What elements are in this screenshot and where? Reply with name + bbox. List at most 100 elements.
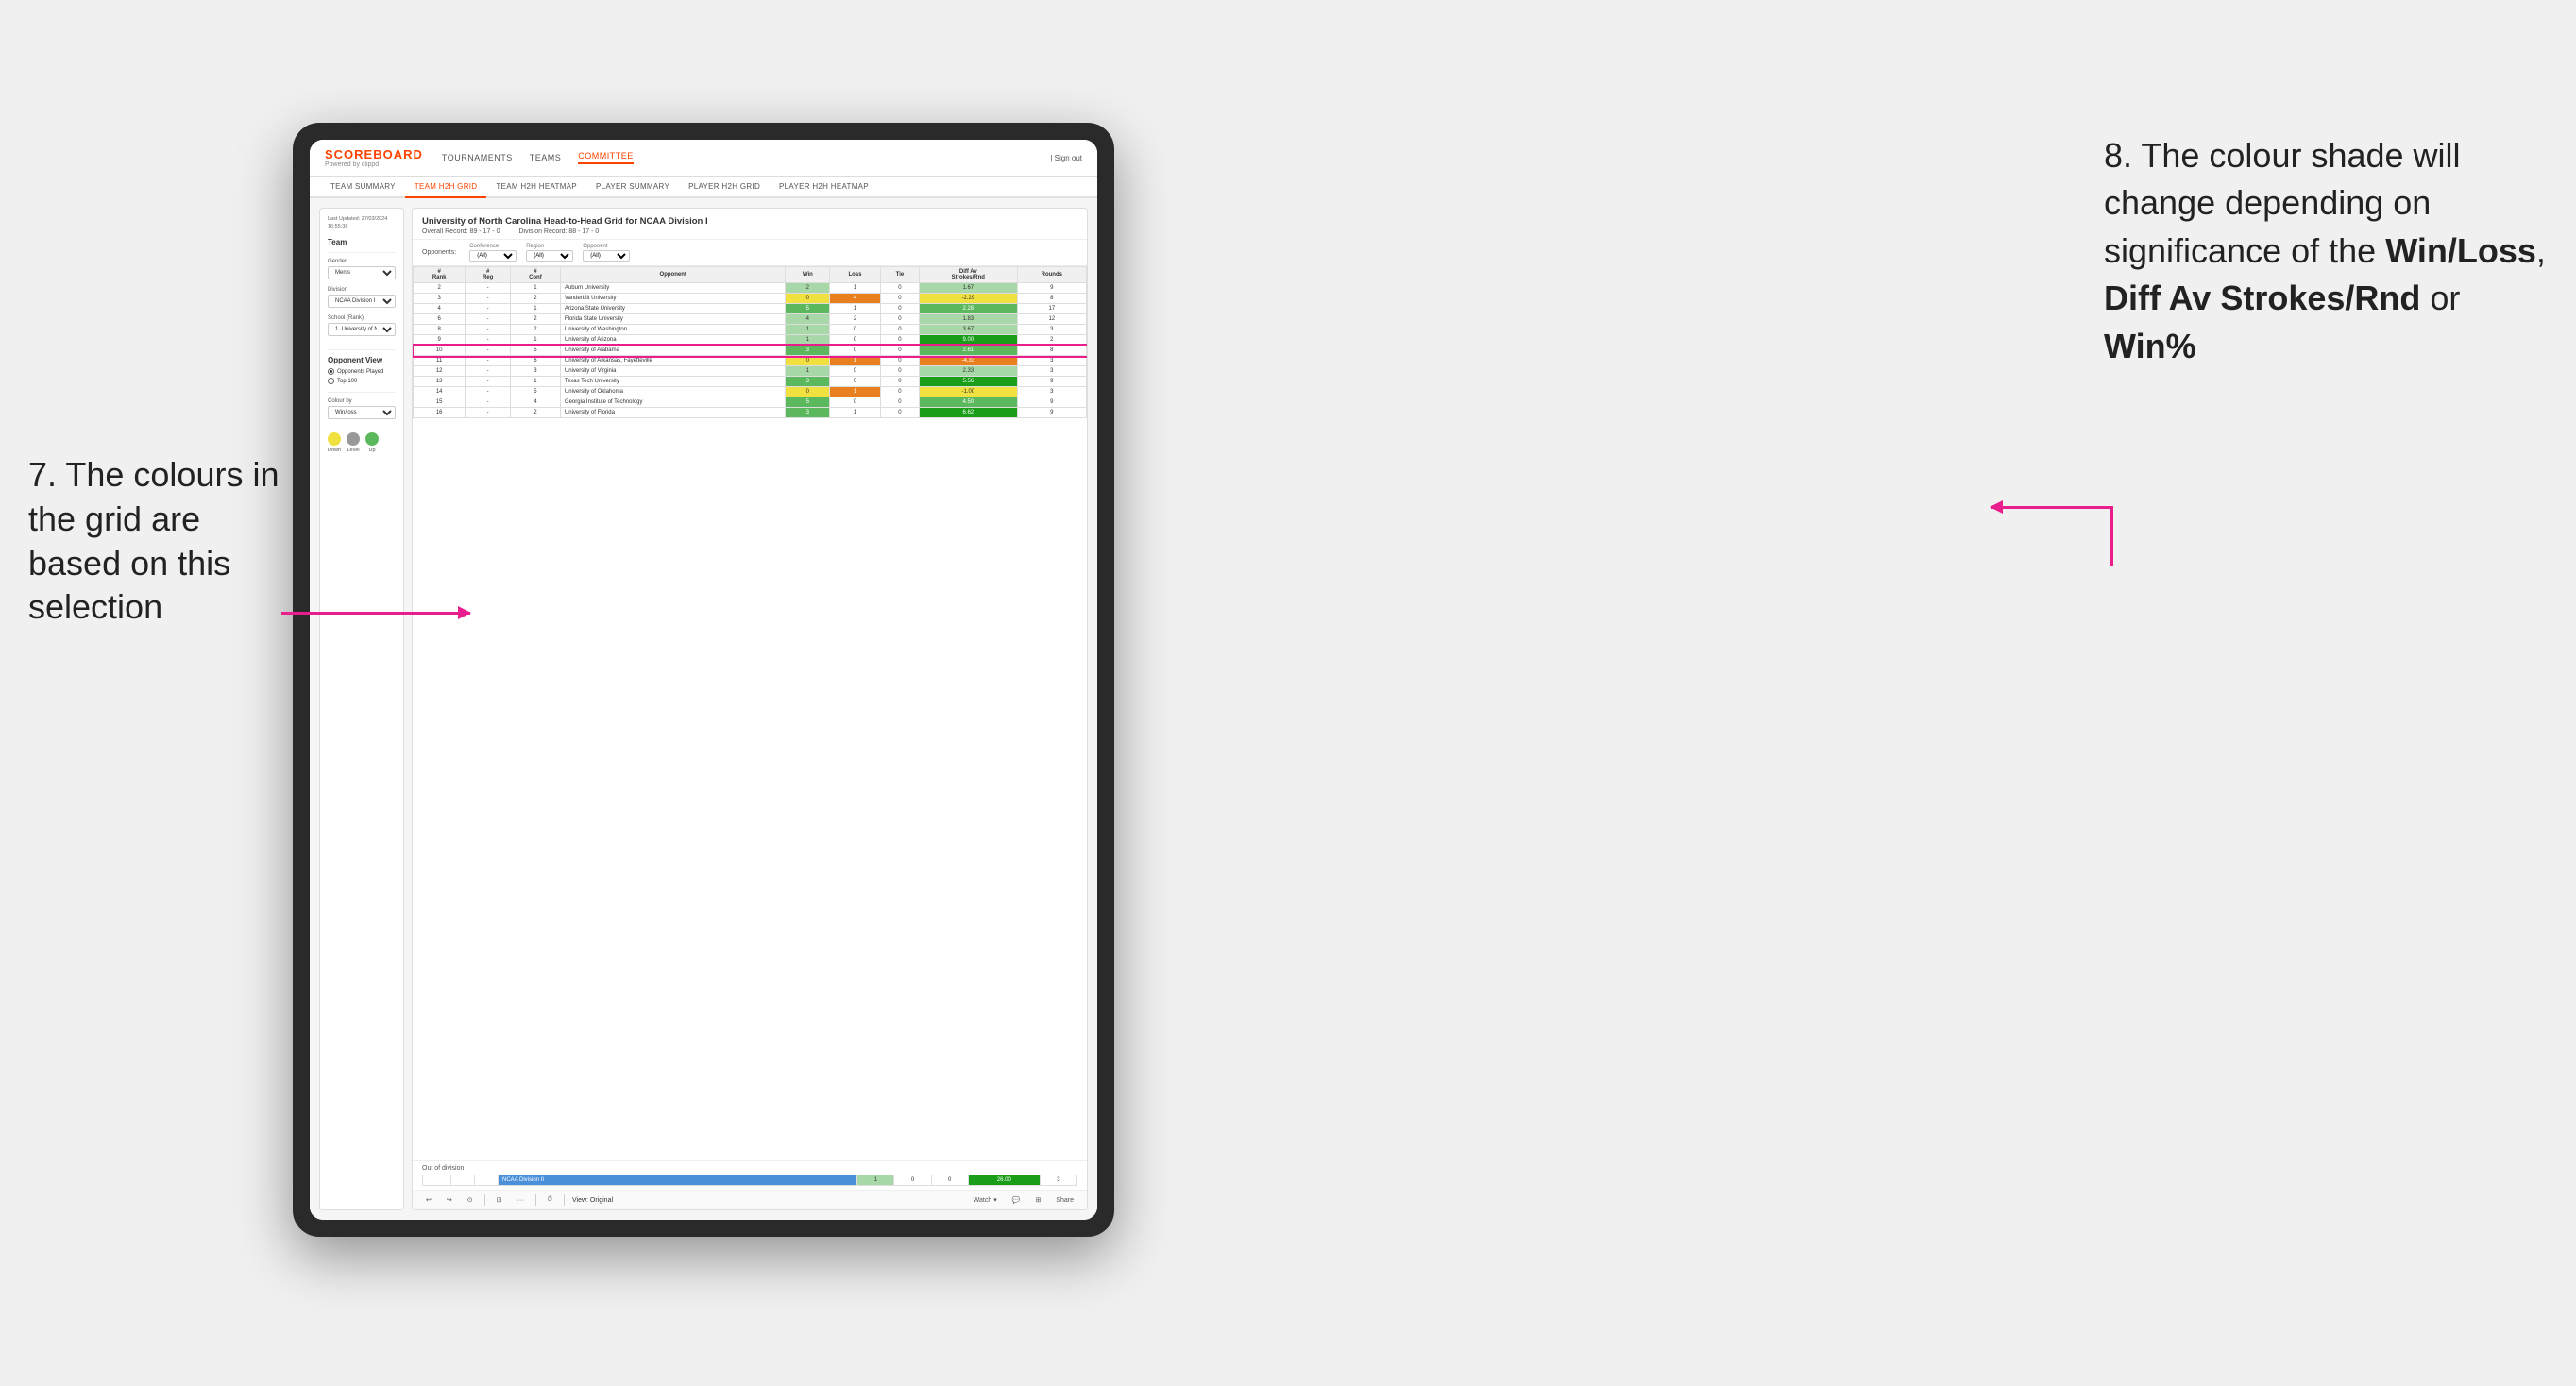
out-division-tie: 0 xyxy=(931,1175,968,1186)
nav-teams[interactable]: TEAMS xyxy=(530,153,562,162)
filter-region: Region (All) xyxy=(526,244,573,262)
toolbar-view-label: View: Original xyxy=(572,1197,613,1204)
out-of-division-table: NCAA Division II 1 0 0 26.00 3 xyxy=(422,1175,1077,1186)
sidebar-colour-by-label: Colour by xyxy=(328,398,396,404)
data-table: #Rank #Reg #Conf Opponent Win Loss Tie D… xyxy=(413,266,1087,1160)
filters-row: Opponents: Conference (All) Region (All) xyxy=(413,240,1087,266)
table-row: 8 - 2 University of Washington 1 0 0 3.6… xyxy=(414,325,1087,335)
radio-opponents-played[interactable]: Opponents Played xyxy=(328,368,396,375)
toolbar-camera[interactable]: ⊡ xyxy=(493,1194,506,1206)
h2h-table: #Rank #Reg #Conf Opponent Win Loss Tie D… xyxy=(413,266,1087,418)
col-rounds: Rounds xyxy=(1017,267,1086,283)
annotation-arrow-right-vertical xyxy=(2110,506,2113,563)
main-content: Last Updated: 27/03/202416:55:38 Team Ge… xyxy=(310,198,1097,1220)
grid-records: Overall Record: 89 - 17 - 0 Division Rec… xyxy=(422,228,1077,235)
toolbar-grid-btn[interactable]: ⊞ xyxy=(1031,1194,1044,1206)
annotation-arrow-left xyxy=(281,612,470,615)
toolbar-undo[interactable]: ↩ xyxy=(422,1194,435,1206)
table-row: 3 - 2 Vanderbilt University 0 4 0 -2.29 … xyxy=(414,294,1087,304)
toolbar: ↩ ↪ ⊙ ⊡ ··· ⏱ View: Original Watch ▾ 💬 ⊞… xyxy=(413,1190,1087,1209)
toolbar-divider-2 xyxy=(535,1194,536,1206)
table-row: 9 - 1 University of Arizona 1 0 0 9.00 2 xyxy=(414,335,1087,346)
toolbar-divider-3 xyxy=(564,1194,565,1206)
sidebar-team-label: Team xyxy=(328,238,396,246)
toolbar-redo[interactable]: ↪ xyxy=(443,1194,456,1206)
tablet-screen: SCOREBOARD Powered by clippd TOURNAMENTS… xyxy=(310,140,1097,1220)
toolbar-history[interactable]: ⊙ xyxy=(464,1194,477,1206)
logo-area: SCOREBOARD Powered by clippd xyxy=(325,147,423,168)
table-row: 14 - 5 University of Oklahoma 0 1 0 -1.0… xyxy=(414,387,1087,397)
color-level xyxy=(347,432,360,446)
sidebar-opponent-view-label: Opponent View xyxy=(328,356,396,364)
sign-out[interactable]: | Sign out xyxy=(1050,154,1082,162)
toolbar-clock[interactable]: ⏱ xyxy=(544,1194,556,1206)
col-opponent: Opponent xyxy=(560,267,786,283)
col-diff: Diff AvStrokes/Rnd xyxy=(919,267,1017,283)
sub-nav: TEAM SUMMARY TEAM H2H GRID TEAM H2H HEAT… xyxy=(310,177,1097,198)
out-of-division-row: NCAA Division II 1 0 0 26.00 3 xyxy=(423,1175,1077,1186)
annotation-left: 7. The colours in the grid are based on … xyxy=(28,453,293,630)
filter-conference-select[interactable]: (All) xyxy=(469,250,517,262)
sub-nav-team-h2h-heatmap[interactable]: TEAM H2H HEATMAP xyxy=(486,177,586,196)
sidebar-division-label: Division xyxy=(328,287,396,293)
table-row: 16 - 2 University of Florida 3 1 0 6.62 … xyxy=(414,408,1087,418)
out-division-loss: 0 xyxy=(894,1175,931,1186)
table-row: 10 - 5 University of Alabama 3 0 0 2.61 … xyxy=(414,346,1087,356)
toolbar-right: Watch ▾ 💬 ⊞ Share xyxy=(970,1194,1077,1206)
nav-items: TOURNAMENTS TEAMS COMMITTEE xyxy=(442,151,1031,164)
nav-tournaments[interactable]: TOURNAMENTS xyxy=(442,153,513,162)
sidebar-colour-by-select[interactable]: Win/loss xyxy=(328,406,396,419)
sub-nav-player-summary[interactable]: PLAYER SUMMARY xyxy=(586,177,679,196)
toolbar-watch[interactable]: Watch ▾ xyxy=(970,1194,1001,1206)
color-legend: Down Level Up xyxy=(328,432,396,453)
out-of-division: Out of division NCAA Division II 1 0 0 xyxy=(413,1160,1087,1190)
filter-opponent-select[interactable]: (All) xyxy=(583,250,630,262)
sidebar: Last Updated: 27/03/202416:55:38 Team Ge… xyxy=(319,208,404,1210)
tablet-frame: SCOREBOARD Powered by clippd TOURNAMENTS… xyxy=(293,123,1114,1237)
table-row: 11 - 6 University of Arkansas, Fayettevi… xyxy=(414,356,1087,366)
table-row: 4 - 1 Arizona State University 5 1 0 2.2… xyxy=(414,304,1087,314)
sub-nav-team-summary[interactable]: TEAM SUMMARY xyxy=(321,177,405,196)
table-header-row: #Rank #Reg #Conf Opponent Win Loss Tie D… xyxy=(414,267,1087,283)
color-down xyxy=(328,432,341,446)
filter-region-select[interactable]: (All) xyxy=(526,250,573,262)
toolbar-more[interactable]: ··· xyxy=(514,1195,528,1206)
col-rank: #Rank xyxy=(414,267,466,283)
col-tie: Tie xyxy=(880,267,919,283)
filter-opponent: Opponent (All) xyxy=(583,244,630,262)
out-of-division-title: Out of division xyxy=(422,1165,1077,1172)
radio-top100[interactable]: Top 100 xyxy=(328,378,396,384)
logo-sub: Powered by clippd xyxy=(325,161,423,168)
opponents-label: Opponents: xyxy=(422,249,456,256)
toolbar-divider-1 xyxy=(484,1194,485,1206)
out-division-diff: 26.00 xyxy=(968,1175,1040,1186)
annotation-arrow-right xyxy=(1991,506,2113,509)
sidebar-gender-select[interactable]: Men's xyxy=(328,266,396,279)
col-reg: #Reg xyxy=(466,267,511,283)
radio-group: Opponents Played Top 100 xyxy=(328,368,396,384)
out-division-name: NCAA Division II xyxy=(499,1175,857,1186)
radio-dot-opponents xyxy=(328,368,334,375)
annotation-right: 8. The colour shade will change dependin… xyxy=(2104,132,2557,370)
toolbar-comment[interactable]: 💬 xyxy=(1008,1194,1025,1206)
table-row: 12 - 3 University of Virginia 1 0 0 2.33… xyxy=(414,366,1087,377)
out-division-rounds: 3 xyxy=(1040,1175,1076,1186)
sub-nav-player-h2h-grid[interactable]: PLAYER H2H GRID xyxy=(679,177,770,196)
col-conf: #Conf xyxy=(510,267,560,283)
table-row: 13 - 1 Texas Tech University 3 0 0 5.56 … xyxy=(414,377,1087,387)
out-division-win: 1 xyxy=(857,1175,894,1186)
sub-nav-player-h2h-heatmap[interactable]: PLAYER H2H HEATMAP xyxy=(770,177,878,196)
sidebar-gender-label: Gender xyxy=(328,259,396,264)
radio-dot-top100 xyxy=(328,378,334,384)
app-header: SCOREBOARD Powered by clippd TOURNAMENTS… xyxy=(310,140,1097,177)
toolbar-share[interactable]: Share xyxy=(1052,1195,1077,1206)
sidebar-division-select[interactable]: NCAA Division I xyxy=(328,295,396,308)
division-record: Division Record: 88 - 17 - 0 xyxy=(518,228,599,235)
sidebar-school-select[interactable]: 1. University of Nort... xyxy=(328,323,396,336)
table-row: 6 - 2 Florida State University 4 2 0 1.8… xyxy=(414,314,1087,325)
grid-content: University of North Carolina Head-to-Hea… xyxy=(412,208,1088,1210)
overall-record: Overall Record: 89 - 17 - 0 xyxy=(422,228,500,235)
nav-committee[interactable]: COMMITTEE xyxy=(578,151,634,164)
sub-nav-team-h2h-grid[interactable]: TEAM H2H GRID xyxy=(405,177,487,198)
table-row: 15 - 4 Georgia Institute of Technology 5… xyxy=(414,397,1087,408)
